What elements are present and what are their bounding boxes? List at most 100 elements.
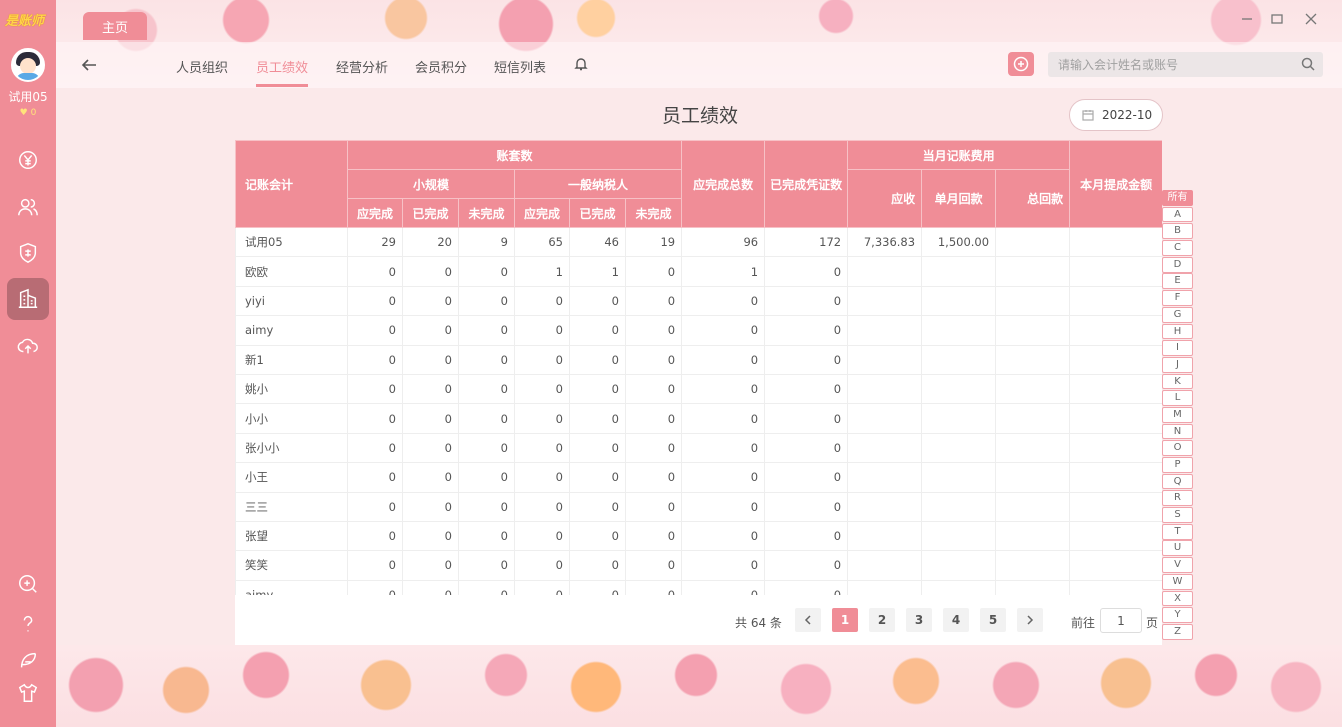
month-picker[interactable]: 2022-10 — [1069, 99, 1163, 131]
col-receivable: 应收 — [847, 169, 923, 228]
tab-organization[interactable]: 人员组织 — [176, 57, 228, 76]
letter-filter-x[interactable]: X — [1162, 590, 1193, 607]
table-row[interactable]: aimy 0 0 0 0 0 0 0 0 — [235, 579, 1162, 595]
letter-filter-l[interactable]: L — [1162, 390, 1193, 407]
table-cell — [921, 462, 997, 493]
table-cell: 0 — [681, 579, 766, 595]
letter-filter-d[interactable]: D — [1162, 256, 1193, 273]
letter-filter-o[interactable]: O — [1162, 440, 1193, 457]
letter-filter-z[interactable]: Z — [1162, 623, 1193, 640]
table-cell — [995, 226, 1071, 258]
add-button[interactable] — [1008, 52, 1034, 76]
table-row[interactable]: 欧欧 0 0 0 1 1 0 1 0 — [235, 256, 1162, 287]
letter-filter-k[interactable]: K — [1162, 373, 1193, 390]
yen-icon — [19, 151, 37, 169]
letter-filter-b[interactable]: B — [1162, 223, 1193, 240]
col-small-should: 应完成 — [347, 198, 403, 228]
avatar[interactable] — [11, 48, 45, 82]
page-button-4[interactable]: 4 — [943, 608, 969, 632]
cell-accountant-name: aimy — [235, 315, 348, 346]
letter-filter-a[interactable]: A — [1162, 206, 1193, 223]
letter-filter-p[interactable]: P — [1162, 457, 1193, 473]
table-cell: 172 — [764, 226, 849, 258]
table-cell: 1 — [569, 256, 626, 287]
table-cell — [1069, 285, 1162, 317]
letter-filter-y[interactable]: Y — [1162, 607, 1193, 623]
sidebar-help[interactable] — [7, 603, 49, 645]
cell-accountant-name: 欧欧 — [235, 256, 348, 287]
sidebar-item-organization[interactable] — [7, 278, 49, 320]
letter-filter-f[interactable]: F — [1162, 290, 1193, 306]
letter-filter-m[interactable]: M — [1162, 406, 1193, 423]
letter-filter-t[interactable]: T — [1162, 523, 1193, 540]
cell-accountant-name: 张望 — [235, 520, 348, 552]
sidebar-skin[interactable] — [7, 672, 49, 714]
table-cell: 0 — [681, 373, 766, 405]
page-button-1[interactable]: 1 — [832, 608, 858, 632]
table-row[interactable]: 新1 0 0 0 0 0 0 0 0 — [235, 344, 1162, 375]
table-row[interactable]: 张小小 0 0 0 0 0 0 0 0 — [235, 432, 1162, 464]
sidebar-item-finance[interactable] — [7, 139, 49, 181]
table-row[interactable]: 姚小 0 0 0 0 0 0 0 0 — [235, 373, 1162, 405]
page-button-5[interactable]: 5 — [980, 608, 1006, 632]
sidebar-item-cloud[interactable] — [7, 325, 49, 367]
tab-home[interactable]: 主页 — [83, 12, 147, 40]
table-cell: 0 — [402, 256, 459, 287]
table-cell: 0 — [458, 403, 515, 434]
letter-filter-all[interactable]: 所有 — [1162, 190, 1193, 206]
close-button[interactable] — [1304, 12, 1318, 26]
table-row[interactable]: 笑笑 0 0 0 0 0 0 0 0 — [235, 550, 1162, 581]
letter-filter-e[interactable]: E — [1162, 273, 1193, 290]
shield-tax-icon — [19, 243, 37, 263]
letter-filter-u[interactable]: U — [1162, 540, 1193, 557]
table-row[interactable]: 小小 0 0 0 0 0 0 0 0 — [235, 403, 1162, 434]
search-input[interactable] — [1048, 52, 1288, 77]
table-row[interactable]: 试用05 29 20 9 65 46 19 96 172 7,336.83 1,500.00 — [235, 226, 1162, 258]
table-row[interactable]: yiyi 0 0 0 0 0 0 0 0 — [235, 285, 1162, 317]
minimize-button[interactable] — [1240, 12, 1254, 26]
col-small-done: 已完成 — [402, 198, 459, 228]
goto-suffix: 页 — [1146, 616, 1159, 630]
plus-circle-icon — [1013, 56, 1029, 72]
letter-filter-w[interactable]: W — [1162, 573, 1193, 590]
table-cell: 0 — [764, 432, 849, 464]
letter-filter-q[interactable]: Q — [1162, 473, 1193, 490]
page-button-3[interactable]: 3 — [906, 608, 932, 632]
table-row[interactable]: 张望 0 0 0 0 0 0 0 0 — [235, 520, 1162, 552]
letter-filter-j[interactable]: J — [1162, 356, 1193, 373]
table-cell: 0 — [624, 579, 683, 595]
tab-performance[interactable]: 员工绩效 — [256, 57, 308, 76]
letter-filter-r[interactable]: R — [1162, 490, 1193, 507]
goto-page-input[interactable] — [1100, 608, 1142, 633]
back-button[interactable] — [80, 56, 98, 74]
table-cell — [1069, 550, 1162, 581]
letter-filter-n[interactable]: N — [1162, 423, 1193, 440]
search-icon[interactable] — [1301, 57, 1315, 71]
table-row[interactable]: aimy 0 0 0 0 0 0 0 0 — [235, 315, 1162, 346]
letter-filter-s[interactable]: S — [1162, 507, 1193, 523]
letter-filter-i[interactable]: I — [1162, 340, 1193, 356]
table-cell: 0 — [458, 315, 515, 346]
sidebar-zoom[interactable] — [7, 563, 49, 605]
letter-filter-c[interactable]: C — [1162, 240, 1193, 256]
prev-page-button[interactable] — [795, 608, 821, 632]
page-button-2[interactable]: 2 — [869, 608, 895, 632]
table-cell: 1 — [514, 256, 570, 287]
tab-member-points[interactable]: 会员积分 — [415, 57, 467, 76]
maximize-button[interactable] — [1270, 12, 1284, 26]
table-cell: 0 — [514, 373, 570, 405]
tab-sms-list[interactable]: 短信列表 — [494, 57, 546, 76]
table-cell: 0 — [681, 520, 766, 552]
letter-filter-v[interactable]: V — [1162, 557, 1193, 573]
table-row[interactable]: 三三 0 0 0 0 0 0 0 0 — [235, 491, 1162, 522]
letter-filter-g[interactable]: G — [1162, 306, 1193, 323]
sidebar-item-tax[interactable] — [7, 232, 49, 274]
next-page-button[interactable] — [1017, 608, 1043, 632]
tab-analysis[interactable]: 经营分析 — [336, 57, 388, 76]
table-cell: 0 — [569, 285, 626, 317]
table-cell: 0 — [458, 256, 515, 287]
sidebar-item-users[interactable] — [7, 186, 49, 228]
notification-button[interactable] — [574, 57, 588, 71]
letter-filter-h[interactable]: H — [1162, 323, 1193, 340]
table-row[interactable]: 小王 0 0 0 0 0 0 0 0 — [235, 462, 1162, 493]
